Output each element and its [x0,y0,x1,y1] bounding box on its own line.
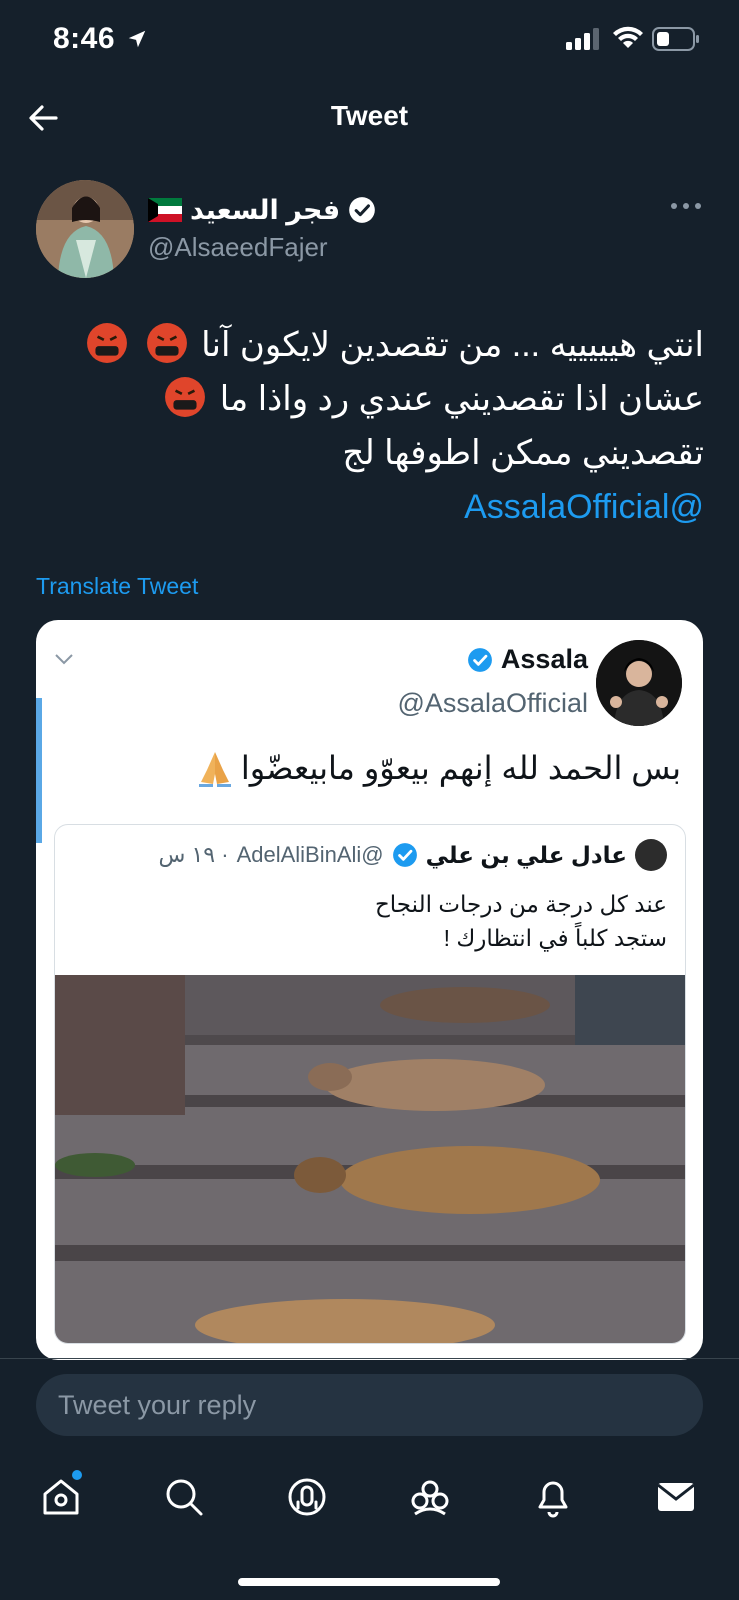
chevron-down-icon [55,654,73,665]
kuwait-flag-icon [148,198,182,222]
location-arrow-icon [128,30,146,48]
quoted-name: عادل علي بن علي [425,841,627,868]
author-name-row: فجر السعيد [148,190,628,230]
embedded-text: بس الحمد لله إنهم بيعوّو مابيعضّوا [195,748,681,788]
author-avatar[interactable] [36,180,134,278]
author-name[interactable]: فجر السعيد [190,195,340,226]
quoted-text: عند كل درجة من درجات النجاح ستجد كلباً ف… [374,891,667,951]
embedded-name: Assala [500,644,588,674]
tweet-line-1: انتي هيييييه ... من تقصدين لايكون آنا [36,318,704,372]
divider [0,1358,739,1359]
quoted-tweet: عادل علي بن علي @AdelAliBinAli · ١٩ س عن… [54,824,686,1344]
home-icon[interactable] [40,1476,82,1518]
page-title: Tweet [330,100,409,131]
author-info: فجر السعيد @AlsaeedFajer [148,190,628,263]
verified-badge-icon [468,647,492,672]
quoted-avatar [635,839,667,871]
folded-hands-emoji-icon [198,752,231,787]
quoted-handle: @AdelAliBinAli [236,842,384,867]
spaces-icon[interactable] [286,1476,328,1518]
wifi-icon [613,26,643,48]
mail-icon[interactable] [655,1476,697,1518]
embedded-avatar [596,640,682,726]
card-accent-bar [36,698,42,843]
translate-tweet-link[interactable]: Translate Tweet [36,573,198,600]
battery-icon [652,27,699,51]
verified-badge-icon [349,197,376,223]
author-handle[interactable]: @AlsaeedFajer [148,232,628,263]
home-notification-dot [72,1470,82,1480]
angry-face-emoji-icon [87,323,128,363]
signal-icon [566,28,599,50]
communities-icon[interactable] [409,1476,451,1518]
angry-face-emoji-icon [146,323,187,363]
dogs-on-stairs-photo [55,975,685,1343]
reply-input[interactable] [36,1374,703,1436]
angry-face-emoji-icon [165,377,206,417]
tweet-line-3: تقصديني ممكن اطوفها لج [342,434,704,472]
embedded-handle: @AssalaOfficial [397,688,588,718]
quoted-header: عادل علي بن علي @AdelAliBinAli · ١٩ س [158,839,667,871]
status-bar: 8:46 [0,0,739,80]
tweet-image[interactable]: Assala @AssalaOfficial بس الحمد لله إنهم… [36,620,703,1360]
bell-icon[interactable] [532,1476,574,1518]
home-indicator [238,1578,500,1586]
tweet-text: انتي هيييييه ... من تقصدين لايكون آنا عش… [36,318,704,534]
embedded-name-row: Assala [467,644,588,675]
search-icon[interactable] [163,1476,205,1518]
quoted-time: · ١٩ س [158,842,229,867]
verified-badge-icon [392,843,417,867]
more-options-icon[interactable] [668,196,704,216]
mention-link[interactable]: @AssalaOfficial [36,480,704,534]
status-time: 8:46 [53,22,116,55]
tweet-line-2: عشان اذا تقصديني عندي رد واذا ما [36,372,704,426]
